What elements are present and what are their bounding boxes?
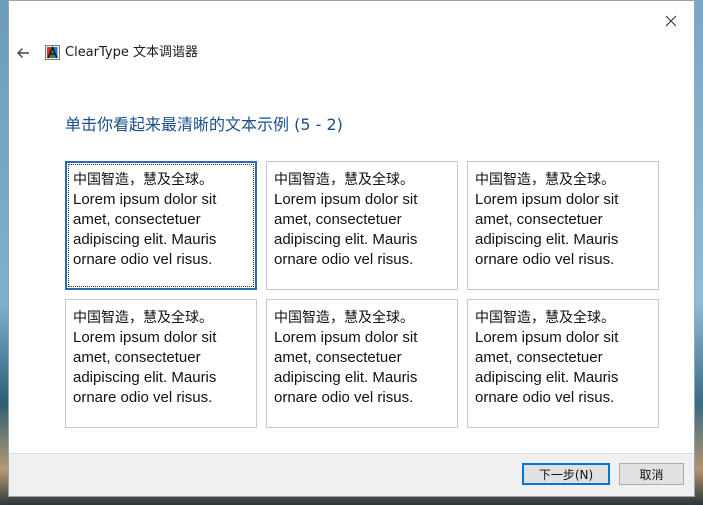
desktop-background-right (695, 0, 703, 505)
close-icon (665, 15, 677, 27)
next-button[interactable]: 下一步(N) (522, 463, 610, 485)
sample-chinese-text: 中国智造，慧及全球。 (274, 172, 414, 188)
sample-chinese-text: 中国智造，慧及全球。 (73, 310, 213, 326)
cleartype-app-icon (45, 45, 60, 60)
sample-chinese-text: 中国智造，慧及全球。 (475, 172, 615, 188)
sample-latin-text: Lorem ipsum dolor sit amet, consectetuer… (73, 191, 217, 268)
sample-latin-text: Lorem ipsum dolor sit amet, consectetuer… (475, 191, 619, 268)
page-heading: 单击你看起来最清晰的文本示例 (5 - 2) (65, 115, 343, 134)
cancel-button[interactable]: 取消 (619, 463, 684, 485)
back-button[interactable] (13, 43, 33, 63)
desktop-background-left (0, 0, 8, 505)
text-sample-5[interactable]: 中国智造，慧及全球。 Lorem ipsum dolor sit amet, c… (266, 299, 458, 428)
title-bar (9, 1, 694, 41)
text-sample-2[interactable]: 中国智造，慧及全球。 Lorem ipsum dolor sit amet, c… (266, 161, 458, 290)
sample-latin-text: Lorem ipsum dolor sit amet, consectetuer… (274, 191, 418, 268)
text-sample-3[interactable]: 中国智造，慧及全球。 Lorem ipsum dolor sit amet, c… (467, 161, 659, 290)
text-sample-1[interactable]: 中国智造，慧及全球。 Lorem ipsum dolor sit amet, c… (65, 161, 257, 290)
sample-latin-text: Lorem ipsum dolor sit amet, consectetuer… (274, 329, 418, 406)
sample-latin-text: Lorem ipsum dolor sit amet, consectetuer… (73, 329, 217, 406)
text-sample-6[interactable]: 中国智造，慧及全球。 Lorem ipsum dolor sit amet, c… (467, 299, 659, 428)
dialog-footer: 下一步(N) 取消 (9, 453, 694, 496)
close-button[interactable] (648, 1, 694, 41)
sample-chinese-text: 中国智造，慧及全球。 (274, 310, 414, 326)
back-arrow-icon (17, 48, 29, 58)
cleartype-tuner-window: ClearType 文本调谐器 单击你看起来最清晰的文本示例 (5 - 2) 中… (8, 0, 695, 497)
window-title: ClearType 文本调谐器 (65, 45, 198, 60)
sample-chinese-text: 中国智造，慧及全球。 (475, 310, 615, 326)
sample-chinese-text: 中国智造，慧及全球。 (73, 172, 213, 188)
sample-latin-text: Lorem ipsum dolor sit amet, consectetuer… (475, 329, 619, 406)
text-sample-4[interactable]: 中国智造，慧及全球。 Lorem ipsum dolor sit amet, c… (65, 299, 257, 428)
